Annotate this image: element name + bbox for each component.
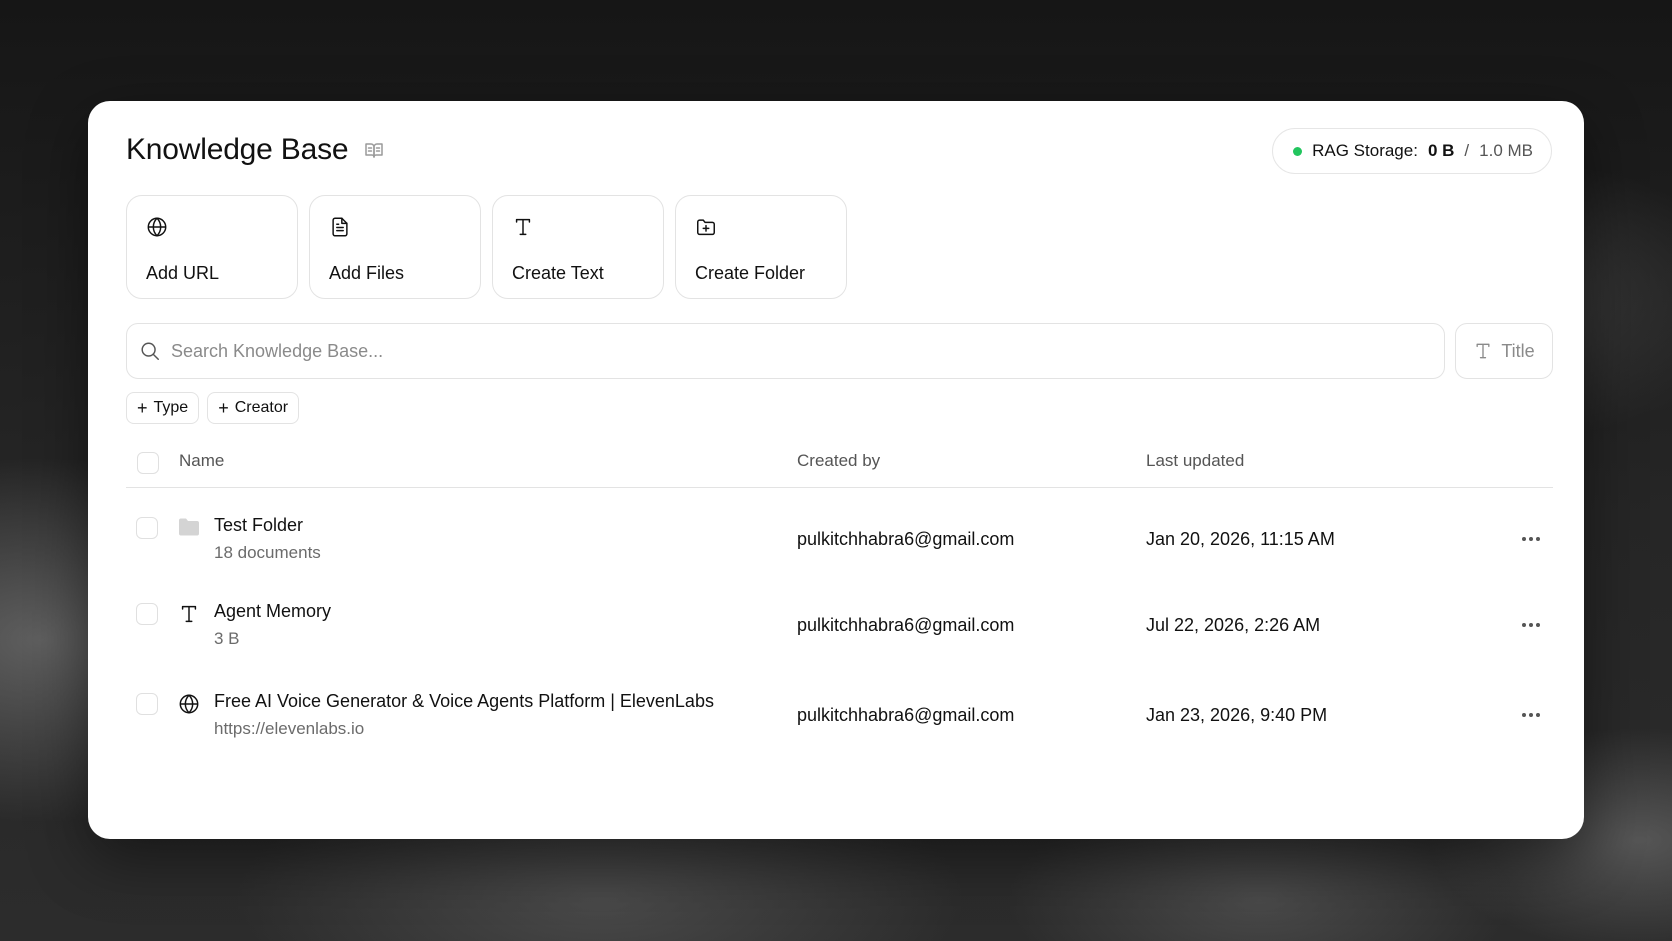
filter-creator-button[interactable]: + Creator xyxy=(207,392,300,424)
row-created-by: pulkitchhabra6@gmail.com xyxy=(797,529,1015,549)
filter-creator-label: Creator xyxy=(234,399,289,416)
row-subtitle[interactable]: https://elevenlabs.io xyxy=(214,719,364,739)
select-all-checkbox[interactable] xyxy=(137,452,159,474)
add-url-label: Add URL xyxy=(146,263,220,283)
table-header: Name Created by Last updated xyxy=(126,441,1553,488)
page-title: Knowledge Base xyxy=(126,133,349,166)
create-folder-label: Create Folder xyxy=(695,263,806,283)
row-subtitle: 3 B xyxy=(214,629,240,648)
table-row[interactable]: Test Folder 18 documents pulkitchhabra6@… xyxy=(126,511,1553,591)
column-name[interactable]: Name xyxy=(179,451,224,471)
row-name[interactable]: Test Folder xyxy=(214,515,303,536)
row-last-updated: Jan 20, 2026, 11:15 AM xyxy=(1146,529,1335,549)
plus-icon: + xyxy=(218,398,229,418)
search-input[interactable] xyxy=(169,339,1373,363)
add-files-button[interactable]: Add Files xyxy=(309,195,481,299)
text-type-icon xyxy=(178,603,200,625)
globe-icon xyxy=(178,693,200,715)
storage-total: 1.0 MB xyxy=(1479,141,1533,160)
filter-type-button[interactable]: + Type xyxy=(126,392,200,424)
add-files-label: Add Files xyxy=(329,263,405,283)
row-created-by: pulkitchhabra6@gmail.com xyxy=(797,615,1015,635)
knowledge-base-card: Knowledge Base RAG Storage: 0 B / 1.0 MB… xyxy=(88,101,1584,839)
more-options-icon[interactable] xyxy=(1516,527,1546,551)
text-type-icon xyxy=(1473,341,1493,361)
sort-title-label: Title xyxy=(1501,340,1535,361)
row-name[interactable]: Agent Memory xyxy=(214,601,331,622)
globe-icon xyxy=(146,216,168,238)
more-options-icon[interactable] xyxy=(1516,613,1546,637)
row-checkbox[interactable] xyxy=(136,693,158,715)
storage-status-dot xyxy=(1293,146,1303,156)
text-type-icon xyxy=(512,216,534,238)
add-url-button[interactable]: Add URL xyxy=(126,195,298,299)
create-text-button[interactable]: Create Text xyxy=(492,195,664,299)
table-row[interactable]: Agent Memory 3 B pulkitchhabra6@gmail.co… xyxy=(126,597,1553,677)
filter-type-label: Type xyxy=(153,399,189,416)
action-cards: Add URL Add Files Create Text Create Fol… xyxy=(126,195,847,299)
create-folder-button[interactable]: Create Folder xyxy=(675,195,847,299)
row-last-updated: Jan 23, 2026, 9:40 PM xyxy=(1146,705,1328,725)
more-options-icon[interactable] xyxy=(1516,703,1546,727)
sort-title-button[interactable]: Title xyxy=(1455,323,1553,379)
rag-storage-badge: RAG Storage: 0 B / 1.0 MB xyxy=(1272,128,1552,174)
storage-used: 0 B xyxy=(1427,141,1455,160)
file-text-icon xyxy=(329,216,351,238)
row-name[interactable]: Free AI Voice Generator & Voice Agents P… xyxy=(214,691,714,712)
storage-label: RAG Storage: xyxy=(1312,141,1418,160)
create-text-label: Create Text xyxy=(512,263,604,283)
folder-icon xyxy=(178,517,200,537)
search-icon xyxy=(139,340,161,362)
book-open-icon[interactable] xyxy=(364,141,384,159)
row-last-updated: Jul 22, 2026, 2:26 AM xyxy=(1146,615,1321,635)
row-created-by: pulkitchhabra6@gmail.com xyxy=(797,705,1015,725)
plus-icon: + xyxy=(137,398,148,418)
column-last-updated[interactable]: Last updated xyxy=(1146,451,1244,471)
filter-chips: + Type + Creator xyxy=(126,392,300,424)
row-checkbox[interactable] xyxy=(136,603,158,625)
column-created-by[interactable]: Created by xyxy=(797,451,880,471)
title-row: Knowledge Base xyxy=(126,133,384,167)
table-row[interactable]: Free AI Voice Generator & Voice Agents P… xyxy=(126,687,1553,767)
row-checkbox[interactable] xyxy=(136,517,158,539)
row-subtitle: 18 documents xyxy=(214,543,321,562)
folder-plus-icon xyxy=(695,216,717,238)
search-bar xyxy=(126,323,1445,379)
storage-separator: / xyxy=(1464,141,1470,160)
